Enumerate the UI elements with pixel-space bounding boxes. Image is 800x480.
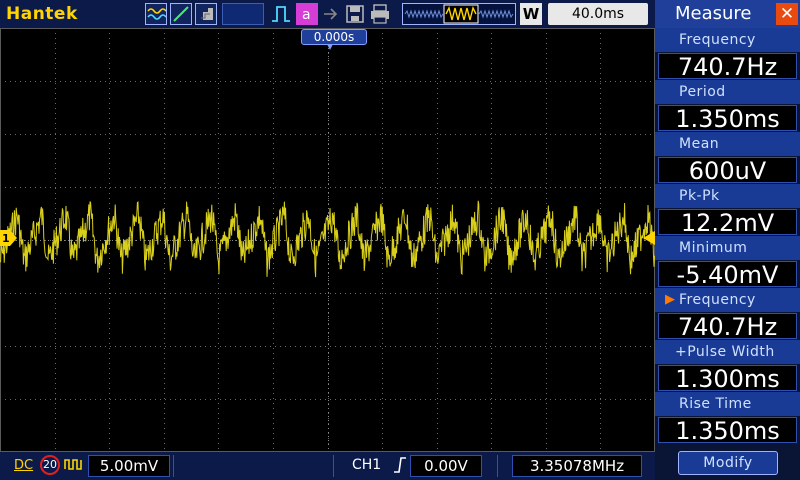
trigger-level-readout[interactable]: 0.00V — [410, 455, 482, 477]
measure-value-period[interactable]: 1.350ms — [658, 105, 797, 132]
measure-value-minimum[interactable]: -5.40mV — [658, 261, 797, 288]
measure-value-rise-time[interactable]: 1.350ms — [658, 417, 797, 444]
waveform-display: 1 — [0, 28, 656, 452]
measure-label-frequency: Frequency — [655, 28, 800, 52]
window-button[interactable]: W — [520, 3, 542, 25]
save-icon[interactable] — [345, 3, 365, 25]
waveform-trace-ch1 — [0, 200, 656, 278]
measure-value-pkpk[interactable]: 12.2mV — [658, 209, 797, 236]
print-icon[interactable] — [369, 3, 391, 25]
measure-panel: Measure ✕ Frequency 740.7Hz Period 1.350… — [655, 0, 800, 480]
oscilloscope-screen: Hantek a W 40.0ms 1 0.000s Measure ✕ Fre… — [0, 0, 800, 480]
trigger-channel[interactable]: CH1 — [352, 457, 381, 473]
divider — [333, 455, 334, 477]
selected-marker-icon: ▶ — [665, 292, 676, 307]
persist-icon[interactable] — [195, 3, 217, 25]
measure-label-frequency-2: ▶ Frequency — [655, 288, 800, 312]
frequency-counter-readout: 3.35078MHz — [512, 455, 642, 477]
measure-value-frequency-2[interactable]: 740.7Hz — [658, 313, 797, 340]
rising-edge-icon[interactable] — [392, 456, 408, 474]
measure-label-pkpk: Pk-Pk — [655, 184, 800, 208]
probe-icon — [64, 457, 84, 474]
svg-text:a: a — [302, 7, 311, 23]
trigger-pulse-icon[interactable] — [270, 3, 292, 25]
coupling-indicator[interactable]: DC — [14, 458, 33, 473]
measure-label-minimum: Minimum — [655, 236, 800, 260]
volts-per-div-readout[interactable]: 5.00mV — [88, 455, 170, 477]
close-button[interactable]: ✕ — [776, 3, 798, 25]
bandwidth-limit-icon[interactable]: 20 — [40, 455, 60, 475]
arrow-icon — [322, 3, 342, 25]
top-toolbar: Hantek a W 40.0ms — [0, 0, 655, 28]
cursor-icon[interactable] — [170, 3, 192, 25]
measure-label-pulse-width: +Pulse Width — [655, 340, 800, 364]
measure-label-rise-time: Rise Time — [655, 392, 800, 416]
channel-1-label: 1 — [2, 232, 10, 245]
bottom-status-bar: DC 20 5.00mV CH1 0.00V 3.35078MHz — [0, 452, 655, 480]
close-icon: ✕ — [779, 4, 795, 24]
measure-panel-header: Measure ✕ — [655, 0, 800, 28]
divider — [497, 455, 498, 477]
divider — [173, 455, 174, 477]
measure-value-frequency[interactable]: 740.7Hz — [658, 53, 797, 80]
timebase-readout[interactable]: 40.0ms — [548, 3, 648, 25]
measure-label-mean: Mean — [655, 132, 800, 156]
waveform-icon[interactable] — [145, 3, 167, 25]
trigger-position-readout[interactable]: 0.000s — [301, 29, 367, 45]
brand-logo: Hantek — [6, 4, 78, 24]
modify-button[interactable]: Modify — [678, 451, 778, 475]
trigger-icons: a — [270, 3, 395, 25]
memory-waveform-icon — [402, 3, 516, 25]
status-box — [222, 3, 264, 25]
mode-icons — [145, 3, 217, 25]
measure-value-pulse-width[interactable]: 1.300ms — [658, 365, 797, 392]
waveform-grid: 1 — [0, 28, 656, 452]
measure-value-mean[interactable]: 600uV — [658, 157, 797, 184]
measure-title: Measure — [675, 3, 752, 24]
math-icon[interactable]: a — [296, 3, 318, 25]
measure-label-period: Period — [655, 80, 800, 104]
